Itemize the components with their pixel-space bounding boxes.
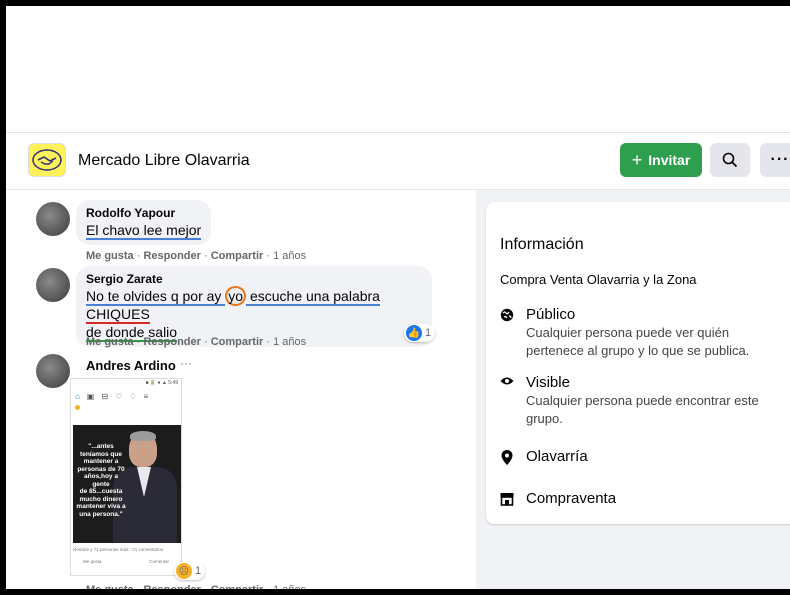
info-item-title: Público: [526, 306, 576, 323]
plus-icon: +: [631, 149, 643, 170]
avatar[interactable]: [36, 202, 70, 236]
reply-link[interactable]: Responder: [143, 336, 200, 348]
globe-icon: [500, 306, 514, 322]
image-status-text: ■ 🔋 ● ▲ 5:49: [145, 380, 178, 386]
info-item-desc: Cualquier persona puede ver quién perten…: [526, 325, 750, 358]
comment-text: El chavo lee mejor: [86, 221, 202, 240]
comment-time[interactable]: 1 años: [273, 336, 306, 348]
image-status-bar: ■ 🔋 ● ▲ 5:49: [71, 379, 181, 389]
like-link[interactable]: Me gusta: [86, 336, 134, 348]
avatar[interactable]: [36, 354, 70, 388]
blank-area: [6, 6, 790, 132]
heart-icon: ♡: [115, 391, 123, 401]
reaction-number: 1: [195, 565, 202, 577]
comment-time[interactable]: 1 años: [273, 250, 306, 262]
info-card: Información Compra Venta Olavarria y la …: [486, 202, 790, 524]
comment-text-content: El chavo lee mejor: [86, 222, 202, 240]
image-reactions-line: Nombre y 71 personas más · 21 comentario…: [73, 547, 164, 552]
home-icon: ⌂: [75, 391, 80, 401]
comment-author[interactable]: Rodolfo Yapour: [86, 206, 201, 221]
image-dot: [75, 405, 80, 410]
comment-image[interactable]: ■ 🔋 ● ▲ 5:49 ⌂ ▣ ⊟ ♡ ♢ ≡ "...antes tenía…: [70, 378, 182, 576]
info-item-visible: Visible Cualquier persona puede encontra…: [500, 374, 776, 428]
info-item-category: Compraventa: [500, 490, 616, 508]
comment-actions: Me gusta · Responder · Compartir · 1 año…: [86, 250, 307, 262]
comment-author[interactable]: Sergio Zarate: [86, 272, 422, 287]
like-icon: 👍: [406, 325, 422, 341]
comment-author[interactable]: Andres Ardino: [86, 358, 176, 373]
circled-word: yo: [225, 286, 247, 306]
bell-icon: ♢: [129, 391, 137, 401]
reply-link[interactable]: Responder: [143, 584, 200, 589]
info-description: Compra Venta Olavarria y la Zona: [500, 272, 697, 287]
video-icon: ▣: [86, 391, 95, 401]
search-icon: [722, 152, 738, 168]
comment-text-part: No te olvides q por ay: [86, 288, 226, 306]
invite-label: Invitar: [648, 152, 691, 168]
info-title: Información: [500, 236, 584, 253]
comment-actions: Me gusta · Responder · Compartir · 1 año…: [86, 584, 307, 595]
info-item-desc: Cualquier persona puede encontrar este g…: [526, 393, 759, 426]
store-icon: [500, 490, 514, 506]
group-logo[interactable]: [28, 143, 66, 177]
reaction-count[interactable]: 👍 1: [404, 324, 436, 342]
invite-button[interactable]: + Invitar: [620, 143, 702, 177]
screenshot-frame: Mercado Libre Olavarria + Invitar ··· Ro…: [0, 0, 790, 595]
image-like-label: Me gusta: [83, 559, 102, 564]
like-link[interactable]: Me gusta: [86, 584, 134, 589]
comment-bubble: Sergio Zarate No te olvides q por ay yo …: [76, 266, 432, 347]
avatar[interactable]: [36, 268, 70, 302]
right-sidebar: Información Compra Venta Olavarria y la …: [476, 190, 790, 589]
reply-link[interactable]: Responder: [143, 250, 200, 262]
group-header: Mercado Libre Olavarria + Invitar ···: [6, 132, 790, 190]
share-link[interactable]: Compartir: [211, 584, 264, 589]
search-button[interactable]: [710, 143, 750, 177]
share-link[interactable]: Compartir: [211, 336, 264, 348]
info-item-title: Visible: [526, 374, 570, 391]
image-comment-label: Comentar: [149, 559, 169, 564]
image-buttons: Me gusta Comentar: [73, 559, 179, 564]
location-pin-icon: [500, 448, 514, 465]
info-item-location: Olavarría: [500, 448, 588, 466]
more-options-button[interactable]: ···: [760, 143, 790, 177]
image-quote: "...antes teníamos que mantener a person…: [76, 443, 126, 518]
info-item-title: Olavarría: [526, 448, 588, 465]
comment-actions: Me gusta · Responder · Compartir · 1 año…: [86, 336, 307, 348]
sad-reaction-icon: ☹: [176, 563, 192, 579]
comment-menu-icon[interactable]: ···: [180, 356, 192, 370]
image-hair: [130, 431, 156, 441]
comment-bubble: Rodolfo Yapour El chavo lee mejor: [76, 200, 212, 245]
comment-text: No te olvides q por ay yo escuche una pa…: [86, 286, 422, 342]
info-item-title: Compraventa: [526, 490, 617, 507]
reaction-count[interactable]: ☹ 1: [174, 562, 206, 580]
image-nav: ⌂ ▣ ⊟ ♡ ♢ ≡: [71, 389, 181, 403]
share-link[interactable]: Compartir: [211, 250, 264, 262]
image-photo: "...antes teníamos que mantener a person…: [73, 425, 181, 543]
comments-feed: Rodolfo Yapour El chavo lee mejor Me gus…: [6, 190, 476, 589]
info-item-public: Público Cualquier persona puede ver quié…: [500, 306, 776, 360]
group-title[interactable]: Mercado Libre Olavarria: [78, 152, 250, 170]
comment-time[interactable]: 1 años: [273, 584, 306, 589]
eye-icon: [500, 374, 514, 390]
store-icon: ⊟: [101, 391, 109, 401]
handshake-icon: [32, 149, 62, 171]
comment-text-part: escuche una palabra: [246, 288, 380, 306]
reaction-number: 1: [425, 327, 432, 339]
menu-icon: ≡: [143, 391, 149, 401]
like-link[interactable]: Me gusta: [86, 250, 134, 262]
underlined-word: CHIQUES: [86, 306, 150, 324]
